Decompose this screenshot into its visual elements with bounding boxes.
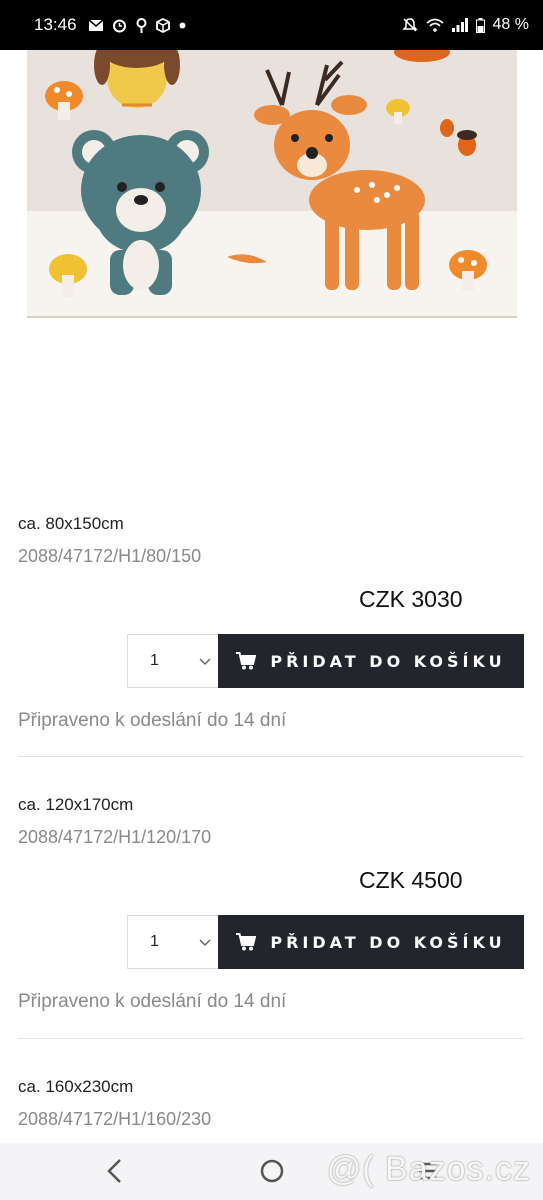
back-icon[interactable] xyxy=(103,1157,127,1185)
battery-icon xyxy=(475,17,485,33)
quantity-select[interactable]: 1 xyxy=(127,634,219,688)
signal-icon xyxy=(451,18,468,32)
location-icon xyxy=(136,17,147,33)
status-notification-icons xyxy=(88,17,186,33)
status-time: 13:46 xyxy=(34,15,77,34)
variant-size: ca. 80x150cm xyxy=(18,514,124,533)
cart-icon xyxy=(236,652,257,670)
chevron-down-icon xyxy=(199,658,211,666)
alarm-icon xyxy=(112,19,126,32)
availability-text: Připraveno k odeslání do 14 dní xyxy=(18,991,287,1012)
divider xyxy=(18,1038,524,1039)
add-to-cart-button[interactable]: PŘIDAT DO KOŠÍKU xyxy=(218,915,524,969)
availability-text: Připraveno k odeslání do 14 dní xyxy=(18,710,287,731)
divider xyxy=(18,756,524,757)
mute-icon xyxy=(401,18,418,32)
status-system-icons: 48 % xyxy=(401,16,529,34)
cart-icon xyxy=(236,933,257,951)
add-to-cart-button[interactable]: PŘIDAT DO KOŠÍKU xyxy=(218,634,524,688)
box-icon xyxy=(155,17,170,33)
bazos-watermark: @( Bazos.cz xyxy=(326,1150,531,1188)
variant-price: CZK 3030 xyxy=(359,586,463,612)
variant-sku: 2088/47172/H1/120/170 xyxy=(18,827,212,847)
home-icon[interactable] xyxy=(258,1157,286,1185)
variant-sku: 2088/47172/H1/80/150 xyxy=(18,546,202,566)
wifi-icon xyxy=(425,18,444,32)
dot-icon xyxy=(179,22,186,28)
variant-size: ca. 160x230cm xyxy=(18,1077,134,1096)
quantity-select[interactable]: 1 xyxy=(127,915,219,969)
add-to-cart-label: PŘIDAT DO KOŠÍKU xyxy=(270,932,506,952)
product-image[interactable] xyxy=(0,50,543,322)
variant-size: ca. 120x170cm xyxy=(18,795,134,814)
mail-icon xyxy=(88,19,103,31)
rug-illustration xyxy=(27,50,517,318)
chevron-down-icon xyxy=(199,939,211,947)
quantity-value: 1 xyxy=(150,652,159,669)
status-bar: 13:46 48 % xyxy=(0,0,543,50)
rug-artwork xyxy=(45,50,487,297)
variant-sku: 2088/47172/H1/160/230 xyxy=(18,1109,212,1129)
battery-percent: 48 % xyxy=(492,16,529,33)
variant-price: CZK 4500 xyxy=(359,867,463,893)
quantity-value: 1 xyxy=(150,933,159,950)
add-to-cart-label: PŘIDAT DO KOŠÍKU xyxy=(270,651,506,671)
